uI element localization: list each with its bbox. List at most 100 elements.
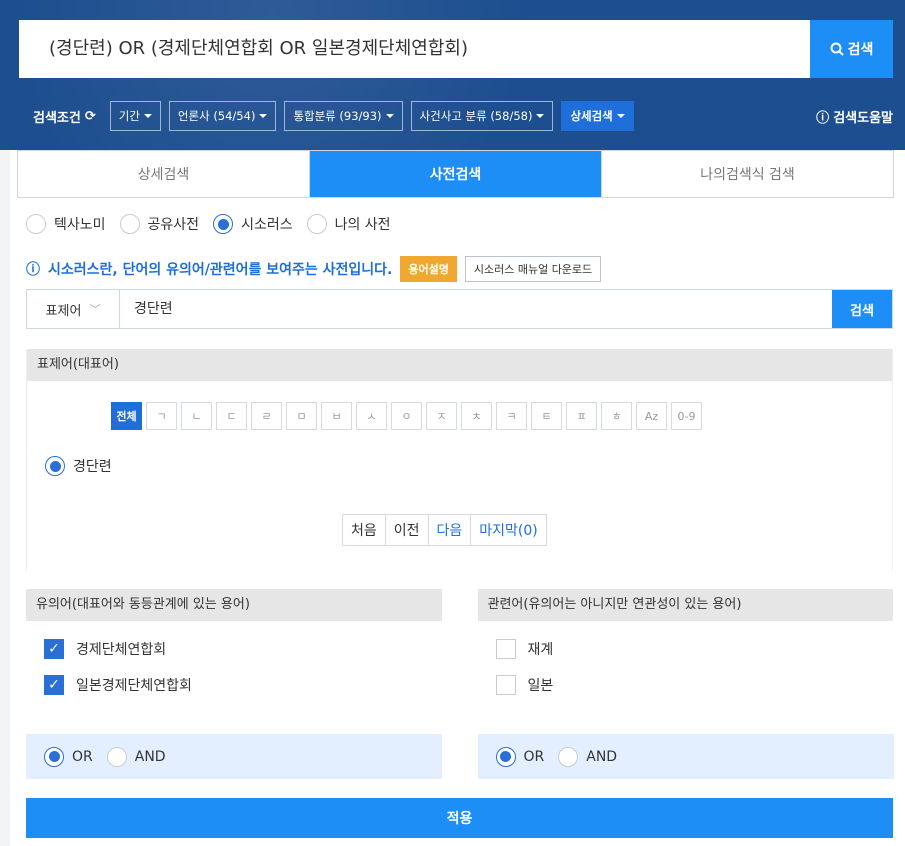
radio-label: OR: [523, 748, 545, 765]
related-operator: OR AND: [477, 734, 894, 779]
page-last[interactable]: 마지막(0): [471, 515, 545, 545]
caret-down-icon: [259, 114, 268, 118]
radio-label: 나의 사전: [334, 217, 391, 233]
radio-label: 텍사노미: [54, 217, 106, 233]
help-link[interactable]: ⓘ 검색도움말: [816, 107, 893, 126]
search-input[interactable]: (경단련) OR (경제단체연합회 OR 일본경제단체연합회): [19, 20, 810, 78]
info-row: ⓘ 시소러스란, 단어의 유의어/관련어를 보여주는 사전입니다. 용어설명 시…: [26, 256, 602, 282]
info-text: 시소러스란, 단어의 유의어/관련어를 보여주는 사전입니다.: [48, 262, 393, 278]
alpha-item[interactable]: ㅅ: [356, 402, 387, 430]
alpha-item[interactable]: ㄷ: [216, 402, 247, 430]
radio-my-dict[interactable]: 나의 사전: [306, 214, 391, 234]
filter-incident[interactable]: 사건사고 분류 (58/58): [410, 101, 554, 131]
alpha-item[interactable]: Az: [636, 402, 667, 430]
check-icon: ✓: [44, 675, 64, 695]
alpha-item[interactable]: ㅋ: [496, 402, 527, 430]
tab-dictionary-search[interactable]: 사전검색: [310, 151, 602, 197]
search-bar: (경단련) OR (경제단체연합회 OR 일본경제단체연합회) 검색: [19, 20, 893, 78]
radio-shared[interactable]: 공유사전: [119, 214, 200, 234]
filter-incident-label: 사건사고 분류 (58/58): [419, 109, 533, 123]
representative-term-radio[interactable]: 경단련: [45, 456, 112, 476]
synonym-checkbox[interactable]: ✓ 일본경제단체연합회: [44, 675, 442, 695]
radio-thesaurus[interactable]: 시소러스: [213, 214, 293, 234]
help-label: 검색도움말: [833, 110, 893, 126]
checkbox-box: [495, 639, 516, 659]
synonym-checkbox[interactable]: ✓ 경제단체연합회: [44, 639, 442, 659]
refresh-icon: ⟳: [84, 108, 96, 124]
alpha-all[interactable]: 전체: [111, 402, 142, 430]
alpha-filter: 전체 ㄱ ㄴ ㄷ ㄹ ㅁ ㅂ ㅅ ㅇ ㅈ ㅊ ㅋ ㅌ ㅍ ㅎ Az 0-9: [111, 402, 702, 430]
synonym-title: 유의어(대표어와 동등관계에 있는 용어): [26, 589, 442, 621]
filter-detail-label: 상세검색: [570, 109, 613, 123]
term-search: 표제어 ﹀ 경단련 검색: [26, 289, 893, 329]
alpha-item[interactable]: ㅇ: [391, 402, 422, 430]
alpha-item[interactable]: ㄱ: [146, 402, 177, 430]
radio-label: AND: [134, 748, 166, 765]
related-title: 관련어(유의어는 아니지만 연관성이 있는 용어): [477, 589, 893, 621]
filter-press[interactable]: 언론사 (54/54): [168, 101, 277, 131]
alpha-item[interactable]: ㅈ: [426, 402, 457, 430]
filter-category[interactable]: 통합분류 (93/93): [284, 101, 403, 131]
synonym-label: 경제단체연합회: [76, 642, 167, 658]
tab-my-search[interactable]: 나의검색식 검색: [602, 151, 893, 197]
manual-download-button[interactable]: 시소러스 매뉴얼 다운로드: [464, 256, 602, 282]
alpha-item[interactable]: 0-9: [671, 402, 702, 430]
page-first[interactable]: 처음: [343, 515, 386, 545]
pagination: 처음 이전 다음 마지막(0): [342, 514, 547, 546]
search-button[interactable]: 검색: [810, 20, 893, 78]
alpha-item[interactable]: ㅊ: [461, 402, 492, 430]
radio-circle: [306, 214, 327, 234]
dictionary-type-group: 텍사노미 공유사전 시소러스 나의 사전: [26, 214, 395, 234]
info-icon: ⓘ: [26, 262, 40, 278]
term-input[interactable]: 경단련: [120, 290, 832, 328]
synonym-or-radio[interactable]: OR: [44, 746, 93, 767]
filter-row: 검색조건 ⟳ 기간 언론사 (54/54) 통합분류 (93/93) 사건사고 …: [19, 94, 893, 138]
synonym-and-radio[interactable]: AND: [106, 746, 166, 767]
term-explain-badge[interactable]: 용어설명: [400, 256, 457, 282]
radio-taxonomy[interactable]: 텍사노미: [26, 214, 106, 234]
filter-category-label: 통합분류 (93/93): [293, 109, 382, 123]
representative-section: 표제어(대표어) 전체 ㄱ ㄴ ㄷ ㄹ ㅁ ㅂ ㅅ ㅇ ㅈ ㅊ ㅋ ㅌ ㅍ ㅎ …: [26, 349, 893, 571]
filter-detail[interactable]: 상세검색: [561, 101, 634, 131]
radio-circle: [44, 746, 64, 767]
alpha-item[interactable]: ㅂ: [321, 402, 352, 430]
filter-label: 검색조건: [33, 110, 81, 126]
filter-period[interactable]: 기간: [109, 101, 161, 131]
representative-title: 표제어(대표어): [27, 349, 892, 381]
related-checkbox[interactable]: 일본: [495, 675, 894, 695]
alpha-item[interactable]: ㄴ: [181, 402, 212, 430]
synonym-section: 유의어(대표어와 동등관계에 있는 용어) ✓ 경제단체연합회 ✓ 일본경제단체연합…: [26, 589, 442, 779]
tab-detail-search[interactable]: 상세검색: [18, 151, 310, 197]
radio-circle: [558, 746, 579, 767]
related-checkbox[interactable]: 재계: [495, 639, 894, 659]
related-and-radio[interactable]: AND: [558, 746, 617, 767]
term-search-button[interactable]: 검색: [832, 290, 892, 328]
radio-circle: [26, 214, 46, 234]
alpha-item[interactable]: ㄹ: [251, 402, 282, 430]
alpha-item[interactable]: ㅁ: [286, 402, 317, 430]
filter-reset[interactable]: 검색조건 ⟳: [33, 107, 96, 126]
caret-down-icon: [385, 114, 394, 118]
check-icon: ✓: [44, 639, 64, 659]
related-label: 재계: [527, 642, 554, 658]
page-next[interactable]: 다음: [429, 515, 472, 545]
radio-circle: [45, 456, 65, 476]
search-button-label: 검색: [847, 42, 874, 58]
term-select[interactable]: 표제어 ﹀: [27, 290, 120, 328]
filter-press-label: 언론사 (54/54): [177, 109, 256, 123]
chevron-down-icon: ﹀: [89, 303, 101, 316]
apply-button[interactable]: 적용: [26, 798, 893, 838]
search-tabs: 상세검색 사전검색 나의검색식 검색: [17, 150, 894, 198]
caret-down-icon: [536, 114, 545, 118]
alpha-item[interactable]: ㅍ: [566, 402, 597, 430]
alpha-item[interactable]: ㅌ: [531, 402, 562, 430]
alpha-item[interactable]: ㅎ: [601, 402, 632, 430]
search-icon: [830, 42, 844, 56]
representative-term-label: 경단련: [73, 459, 112, 475]
radio-circle: [213, 214, 234, 234]
related-or-radio[interactable]: OR: [495, 746, 545, 767]
radio-label: 공유사전: [147, 217, 200, 233]
term-select-label: 표제어: [45, 303, 82, 319]
page-prev[interactable]: 이전: [386, 515, 429, 545]
synonym-related-columns: 유의어(대표어와 동등관계에 있는 용어) ✓ 경제단체연합회 ✓ 일본경제단체연합…: [26, 589, 894, 779]
